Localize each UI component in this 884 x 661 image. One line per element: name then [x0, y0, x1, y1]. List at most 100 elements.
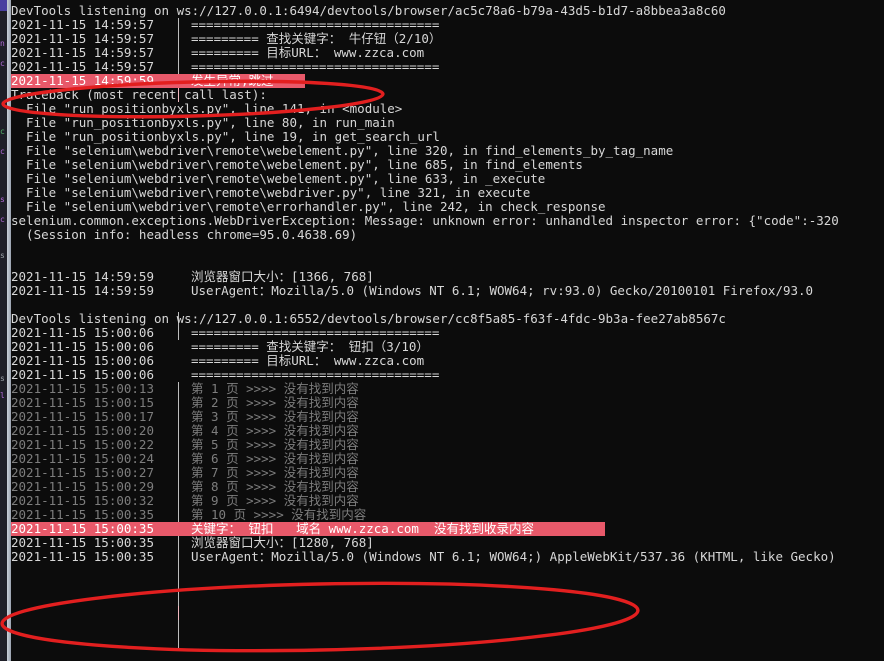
- console-line-separator: [169, 536, 191, 550]
- sliver-text-fragment: c: [0, 59, 5, 68]
- gutter-separator: [178, 620, 179, 650]
- console-line: File "selenium\webdriver\remote\errorhan…: [11, 199, 606, 214]
- console-line-timestamp: 2021-11-15 15:00:29: [11, 479, 154, 494]
- console-line-separator: [169, 466, 191, 480]
- console-line-timestamp: 2021-11-15 15:00:35: [11, 507, 154, 522]
- console-line-text: 浏览器窗口大小：[1366, 768]: [191, 269, 374, 284]
- console-line: 2021-11-15 15:00:06 ========= 目标URL： www…: [11, 354, 424, 368]
- console-line-text: ========= 目标URL： www.zzca.com: [191, 45, 425, 60]
- console-line-timestamp: 2021-11-15 14:59:59: [11, 283, 154, 298]
- console-line-text: 第 9 页 >>>> 没有找到内容: [191, 493, 359, 508]
- console-line-separator: [169, 32, 191, 46]
- sliver-text-fragment: c: [0, 147, 5, 156]
- console-line: 2021-11-15 15:00:17 第 3 页 >>>> 没有找到内容: [11, 410, 359, 424]
- sliver-text-fragment: c: [0, 127, 5, 136]
- console-line-text: File "selenium\webdriver\remote\webeleme…: [11, 143, 674, 158]
- console-line: 2021-11-15 14:59:57 ====================…: [11, 18, 439, 32]
- console-line-text: =================================: [191, 367, 440, 382]
- console-line: 2021-11-15 15:00:27 第 7 页 >>>> 没有找到内容: [11, 466, 359, 480]
- console-line-text: 第 7 页 >>>> 没有找到内容: [191, 465, 359, 480]
- console-line-timestamp: 2021-11-15 15:00:35: [11, 521, 154, 536]
- console-line: File "run_positionbyxls.py", line 141, i…: [11, 102, 402, 116]
- console-line-timestamp: 2021-11-15 15:00:06: [11, 353, 154, 368]
- console-line-timestamp: 2021-11-15 15:00:06: [11, 325, 154, 340]
- console-line-text: DevTools listening on ws://127.0.0.1:649…: [11, 3, 726, 18]
- console-line-text: UserAgent：Mozilla/5.0 (Windows NT 6.1; W…: [191, 549, 836, 564]
- console-line-text: ========= 查找关键字： 牛仔钮（2/10）: [191, 31, 442, 46]
- console-line-timestamp: 2021-11-15 14:59:59: [11, 269, 154, 284]
- console-line: Traceback (most recent call last):: [11, 88, 267, 102]
- console-line: 2021-11-15 14:59:59 浏览器窗口大小：[1366, 768]: [11, 270, 374, 284]
- console-line-text: 第 2 页 >>>> 没有找到内容: [191, 395, 359, 410]
- console-line-text: File "selenium\webdriver\remote\webeleme…: [11, 157, 583, 172]
- console-line: 2021-11-15 15:00:06 ========= 查找关键字： 钮扣（…: [11, 340, 429, 354]
- console-line-text: File "selenium\webdriver\remote\webeleme…: [11, 171, 546, 186]
- console-line: 2021-11-15 14:59:59 发生异常,跳过: [11, 74, 305, 88]
- console-line: 2021-11-15 15:00:13 第 1 页 >>>> 没有找到内容: [11, 382, 359, 396]
- console-line-timestamp: 2021-11-15 15:00:32: [11, 493, 154, 508]
- console-line-separator: [169, 46, 191, 60]
- console-line: File "selenium\webdriver\remote\webeleme…: [11, 172, 545, 186]
- console-line-text: 发生异常,跳过: [191, 73, 274, 88]
- console-line-text: 第 1 页 >>>> 没有找到内容: [191, 381, 359, 396]
- console-line-text: (Session info: headless chrome=95.0.4638…: [11, 227, 358, 242]
- console-line: 2021-11-15 14:59:59 UserAgent：Mozilla/5.…: [11, 284, 813, 298]
- console-line-separator: [169, 438, 191, 452]
- console-line: DevTools listening on ws://127.0.0.1:649…: [11, 4, 726, 18]
- console-line-text: Traceback (most recent call last):: [11, 87, 267, 102]
- console-line-separator: [169, 60, 191, 74]
- console-line-text: =================================: [191, 325, 440, 340]
- console-line-timestamp: 2021-11-15 14:59:57: [11, 59, 154, 74]
- console-line: 2021-11-15 15:00:15 第 2 页 >>>> 没有找到内容: [11, 396, 359, 410]
- console-line-timestamp: 2021-11-15 15:00:27: [11, 465, 154, 480]
- console-line: DevTools listening on ws://127.0.0.1:655…: [11, 312, 726, 326]
- console-line-text: =================================: [191, 17, 440, 32]
- console-line-timestamp: 2021-11-15 14:59:57: [11, 45, 154, 60]
- gutter-separator: [178, 606, 179, 620]
- console-line: (Session info: headless chrome=95.0.4638…: [11, 228, 357, 242]
- console-line-timestamp: 2021-11-15 14:59:59: [11, 73, 154, 88]
- sliver-text-fragment: c: [0, 215, 5, 224]
- console-line-timestamp: 2021-11-15 15:00:17: [11, 409, 154, 424]
- console-line: 2021-11-15 15:00:29 第 8 页 >>>> 没有找到内容: [11, 480, 359, 494]
- terminal-console-output[interactable]: DevTools listening on ws://127.0.0.1:649…: [11, 0, 884, 661]
- console-line-separator: [169, 340, 191, 354]
- console-line: 2021-11-15 15:00:35 关键字： 钮扣 域名 www.zzca.…: [11, 522, 605, 536]
- sliver-text-fragment: s: [0, 195, 5, 204]
- console-line-text: File "selenium\webdriver\remote\errorhan…: [11, 199, 606, 214]
- console-line-separator: [169, 550, 191, 564]
- console-line-timestamp: 2021-11-15 14:59:57: [11, 17, 154, 32]
- console-line: selenium.common.exceptions.WebDriverExce…: [11, 214, 839, 228]
- console-line-separator: [169, 452, 191, 466]
- console-line-text: ========= 查找关键字： 钮扣（3/10）: [191, 339, 429, 354]
- console-line-text: 第 4 页 >>>> 没有找到内容: [191, 423, 359, 438]
- console-line-text: File "run_positionbyxls.py", line 19, in…: [11, 129, 440, 144]
- console-line-text: 第 10 页 >>>> 没有找到内容: [191, 507, 367, 522]
- console-line-text: 浏览器窗口大小：[1280, 768]: [191, 535, 374, 550]
- console-line-text: File "selenium\webdriver\remote\webdrive…: [11, 185, 531, 200]
- sliver-text-fragment: s: [0, 251, 5, 260]
- sliver-text-fragment: s: [0, 374, 5, 383]
- console-line-separator: [169, 354, 191, 368]
- console-line-text: UserAgent：Mozilla/5.0 (Windows NT 6.1; W…: [191, 283, 814, 298]
- console-line-timestamp: 2021-11-15 15:00:13: [11, 381, 154, 396]
- console-line-timestamp: 2021-11-15 15:00:22: [11, 437, 154, 452]
- console-line-text: DevTools listening on ws://127.0.0.1:655…: [11, 311, 726, 326]
- console-line-separator: [169, 522, 191, 536]
- console-line-separator: [169, 18, 191, 32]
- console-line-separator: [169, 396, 191, 410]
- console-line-timestamp: 2021-11-15 15:00:35: [11, 535, 154, 550]
- console-line-timestamp: 2021-11-15 14:59:57: [11, 31, 154, 46]
- console-line-separator: [169, 494, 191, 508]
- console-line: 2021-11-15 15:00:22 第 5 页 >>>> 没有找到内容: [11, 438, 359, 452]
- console-line-timestamp: 2021-11-15 15:00:24: [11, 451, 154, 466]
- console-line-text: 关键字： 钮扣 域名 www.zzca.com 没有找到收录内容: [191, 521, 534, 536]
- console-line-text: 第 8 页 >>>> 没有找到内容: [191, 479, 359, 494]
- console-line-separator: [169, 382, 191, 396]
- console-line-separator: [169, 480, 191, 494]
- console-line: File "run_positionbyxls.py", line 80, in…: [11, 116, 395, 130]
- console-line-timestamp: 2021-11-15 15:00:20: [11, 423, 154, 438]
- sliver-text-fragment: l: [0, 391, 5, 400]
- console-line: 2021-11-15 15:00:32 第 9 页 >>>> 没有找到内容: [11, 494, 359, 508]
- console-line: 2021-11-15 15:00:24 第 6 页 >>>> 没有找到内容: [11, 452, 359, 466]
